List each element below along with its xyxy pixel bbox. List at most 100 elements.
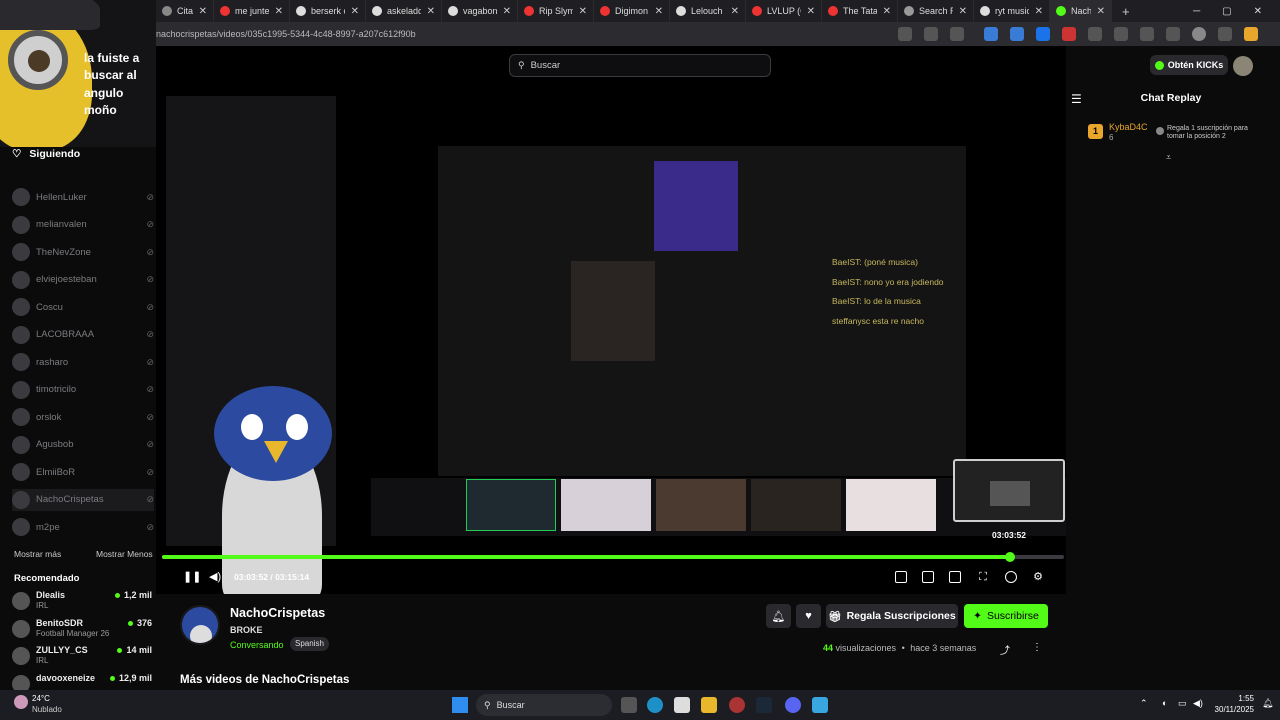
close-tab-icon[interactable]: ✕ bbox=[427, 6, 435, 17]
close-tab-icon[interactable]: ✕ bbox=[351, 6, 359, 17]
notifications-icon[interactable]: 🔔︎ bbox=[1262, 698, 1273, 709]
extension-icon[interactable] bbox=[1036, 27, 1050, 41]
progress-handle[interactable] bbox=[1004, 552, 1015, 562]
sidebar-channel-item[interactable]: TheNevZone ⊘ bbox=[12, 241, 154, 263]
weather-icon[interactable] bbox=[14, 695, 28, 709]
browser-tab[interactable]: LVLUP (Offi ✕ bbox=[746, 0, 822, 22]
volume-icon[interactable]: ◀) bbox=[209, 571, 221, 583]
profile-avatar[interactable] bbox=[1192, 27, 1206, 41]
follow-heart-icon[interactable]: ♥ bbox=[796, 604, 821, 628]
search-input[interactable]: ⚲ Buscar bbox=[509, 54, 771, 77]
close-tab-icon[interactable]: ✕ bbox=[579, 6, 587, 17]
browser-tab[interactable]: askeladd - ✕ bbox=[366, 0, 442, 22]
browser-tab[interactable]: vagabond ✕ bbox=[442, 0, 518, 22]
sidebar-channel-item[interactable]: NachoCrispetas ⊘ bbox=[12, 488, 154, 511]
user-avatar[interactable] bbox=[1233, 56, 1253, 76]
star-icon[interactable] bbox=[950, 27, 964, 41]
browser-tab[interactable]: me junte co ✕ bbox=[214, 0, 290, 22]
volume-icon[interactable]: ◀) bbox=[1193, 698, 1203, 709]
sidebar-channel-item[interactable]: Agusbob ⊘ bbox=[12, 434, 154, 456]
speed-icon[interactable] bbox=[1005, 571, 1017, 583]
settings-icon[interactable]: ⚙ bbox=[1032, 571, 1044, 583]
browser-tab[interactable]: berserk cau ✕ bbox=[290, 0, 366, 22]
clock-date[interactable]: 30/11/2025 bbox=[1210, 705, 1254, 714]
recommended-channel-item[interactable]: Dlealis IRL 1,2 mil bbox=[12, 590, 154, 612]
app-icon[interactable] bbox=[729, 697, 745, 713]
channel-name[interactable]: NachoCrispetas bbox=[230, 606, 325, 620]
sidebar-channel-item[interactable]: LACOBRAAA ⊘ bbox=[12, 324, 154, 346]
extension-icon[interactable] bbox=[984, 27, 998, 41]
share-icon[interactable]: ⤴ bbox=[1000, 642, 1010, 657]
eye-slash-icon[interactable] bbox=[898, 27, 912, 41]
extension-icon[interactable] bbox=[1010, 27, 1024, 41]
fullscreen-icon[interactable]: ⛶ bbox=[977, 571, 989, 583]
get-kicks-button[interactable]: Obtén KICKs bbox=[1150, 55, 1228, 75]
browser-tab[interactable]: The Tatami ✕ bbox=[822, 0, 898, 22]
extension-icon[interactable] bbox=[1062, 27, 1076, 41]
recommended-channel-item[interactable]: BenitoSDR Football Manager 26 376 bbox=[12, 618, 154, 640]
more-options-icon[interactable]: ⋮ bbox=[1032, 642, 1042, 653]
channel-avatar[interactable] bbox=[180, 605, 220, 645]
close-tab-icon[interactable]: ✕ bbox=[275, 6, 283, 17]
minimize-icon[interactable]: ─ bbox=[1193, 6, 1200, 17]
steam-icon[interactable] bbox=[756, 697, 772, 713]
sidebar-channel-item[interactable]: HellenLuker ⊘ bbox=[12, 186, 154, 208]
favorites-icon[interactable] bbox=[1166, 27, 1180, 41]
browser-tab[interactable]: Nacho ✕ bbox=[1050, 0, 1112, 22]
extension-icon[interactable] bbox=[1088, 27, 1102, 41]
notification-bell-icon[interactable]: 🔔︎ bbox=[766, 604, 791, 628]
maximize-icon[interactable]: ▢ bbox=[1222, 6, 1231, 17]
translate-icon[interactable] bbox=[924, 27, 938, 41]
gift-user[interactable]: KybaD4C bbox=[1109, 122, 1148, 132]
more-icon[interactable] bbox=[1218, 27, 1232, 41]
browser-tab[interactable]: Lelouch Lan ✕ bbox=[670, 0, 746, 22]
extension-icon[interactable] bbox=[1140, 27, 1154, 41]
windows-start-icon[interactable] bbox=[452, 697, 468, 713]
network-icon[interactable]: ▭ bbox=[1178, 698, 1187, 709]
sidebar-channel-item[interactable]: orslok ⊘ bbox=[12, 406, 154, 428]
expand-icon[interactable]: ⩡ bbox=[1166, 152, 1171, 163]
close-tab-icon[interactable]: ✕ bbox=[1097, 6, 1105, 17]
close-tab-icon[interactable]: ✕ bbox=[731, 6, 739, 17]
browser-tab[interactable]: Citas de est ✕ bbox=[156, 0, 214, 22]
sidebar-channel-item[interactable]: elviejoesteban ⊘ bbox=[12, 269, 154, 291]
tray-app-icon[interactable]: ◐ bbox=[1162, 698, 1167, 708]
sidebar-channel-item[interactable]: ElmiiBoR ⊘ bbox=[12, 461, 154, 483]
subscribe-button[interactable]: ✦ Suscribirse bbox=[964, 604, 1048, 628]
taskbar-search[interactable]: ⚲ Buscar bbox=[476, 694, 612, 716]
edge-icon[interactable] bbox=[647, 697, 663, 713]
notepad-icon[interactable] bbox=[812, 697, 828, 713]
discord-icon[interactable] bbox=[785, 697, 801, 713]
browser-tab[interactable]: Digimon Ac ✕ bbox=[594, 0, 670, 22]
copilot-icon[interactable] bbox=[1244, 27, 1258, 41]
file-explorer-icon[interactable] bbox=[701, 697, 717, 713]
browser-tab[interactable]: ryt music to ✕ bbox=[974, 0, 1050, 22]
recommended-channel-item[interactable]: ZULLYY_CS IRL 14 mil bbox=[12, 645, 154, 667]
theater-mode-icon[interactable] bbox=[949, 571, 961, 583]
sidebar-channel-item[interactable]: rasharo ⊘ bbox=[12, 351, 154, 373]
category-link[interactable]: Conversando bbox=[230, 640, 284, 650]
sidebar-channel-item[interactable]: Coscu ⊘ bbox=[12, 296, 154, 318]
close-tab-icon[interactable]: ✕ bbox=[883, 6, 891, 17]
show-more-link[interactable]: Mostrar más bbox=[14, 549, 61, 559]
task-view-icon[interactable] bbox=[621, 697, 637, 713]
calculator-icon[interactable] bbox=[674, 697, 690, 713]
sidebar-channel-item[interactable]: m2pe ⊘ bbox=[12, 516, 154, 538]
pause-icon[interactable]: ❚❚ bbox=[183, 571, 201, 583]
sidebar-channel-item[interactable]: timotricilo ⊘ bbox=[12, 379, 154, 401]
puzzle-icon[interactable] bbox=[1114, 27, 1128, 41]
close-tab-icon[interactable]: ✕ bbox=[807, 6, 815, 17]
language-tag[interactable]: Spanish bbox=[290, 637, 329, 651]
gift-subs-button[interactable]: 🎁︎ Regala Suscripciones bbox=[826, 604, 958, 628]
close-window-icon[interactable]: ✕ bbox=[1254, 6, 1262, 17]
close-tab-icon[interactable]: ✕ bbox=[1035, 6, 1043, 17]
close-tab-icon[interactable]: ✕ bbox=[655, 6, 663, 17]
tray-chevron-icon[interactable]: ⌃ bbox=[1140, 698, 1148, 709]
url-field[interactable]: nachocrispetas/videos/035c1995-5344-4c48… bbox=[156, 29, 886, 39]
close-tab-icon[interactable]: ✕ bbox=[959, 6, 967, 17]
pip-icon[interactable] bbox=[895, 571, 907, 583]
browser-tab[interactable]: Rip Slyme - ✕ bbox=[518, 0, 594, 22]
show-less-link[interactable]: Mostrar Menos bbox=[96, 549, 153, 559]
browser-tab[interactable]: Search Res ✕ bbox=[898, 0, 974, 22]
sidebar-channel-item[interactable]: melianvalen ⊘ bbox=[12, 214, 154, 236]
